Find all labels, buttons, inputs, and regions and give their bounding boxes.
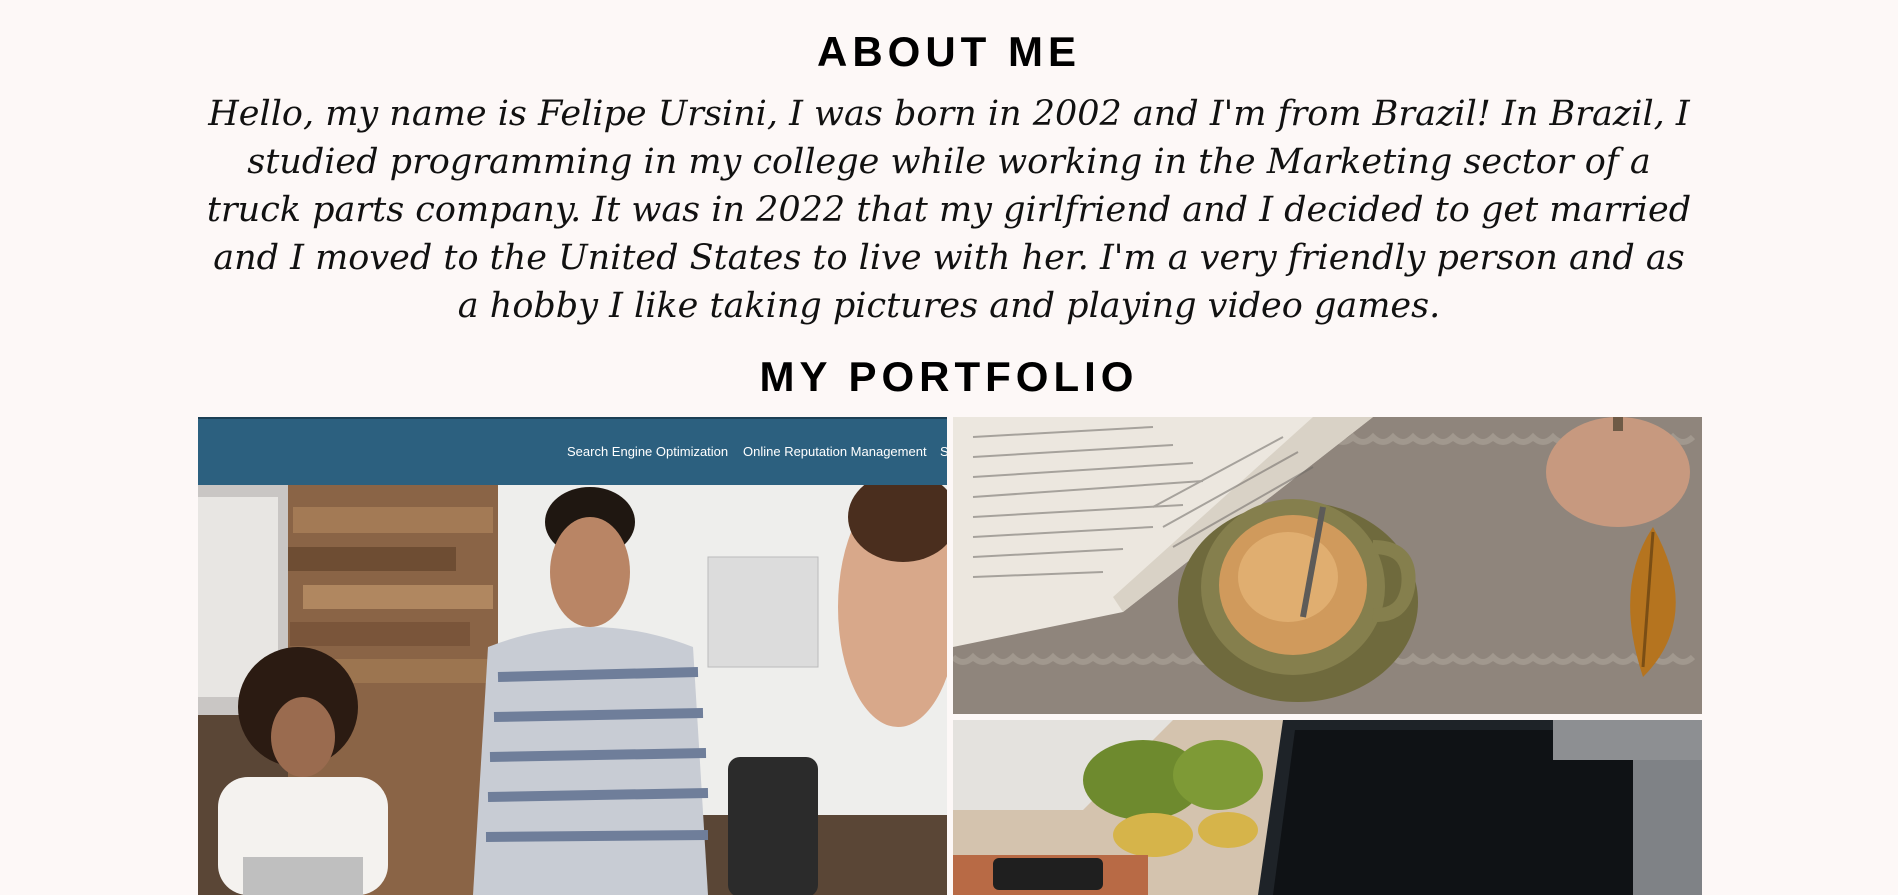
nav-item-seo: Search Engine Optimization <box>567 444 729 459</box>
coffee-book-photo <box>953 417 1702 714</box>
portfolio-item-coffee[interactable] <box>953 417 1702 714</box>
about-title: ABOUT ME <box>817 28 1081 75</box>
desk-laptop-photo <box>953 720 1702 895</box>
website-navbar: Search Engine Optimization Online Reputa… <box>198 417 947 485</box>
nav-item-truncated: S <box>940 444 947 459</box>
about-text: Hello, my name is Felipe Ursini, I was b… <box>206 94 1692 326</box>
nav-item-orm: Online Reputation Management <box>743 444 927 459</box>
portfolio-title: MY PORTFOLIO <box>759 353 1139 400</box>
portfolio-grid: Search Engine Optimization Online Reputa… <box>198 417 1702 895</box>
portfolio-item-meeting[interactable]: Search Engine Optimization Online Reputa… <box>198 417 947 895</box>
meeting-photo <box>198 472 947 895</box>
portfolio-item-desk[interactable] <box>953 720 1702 895</box>
